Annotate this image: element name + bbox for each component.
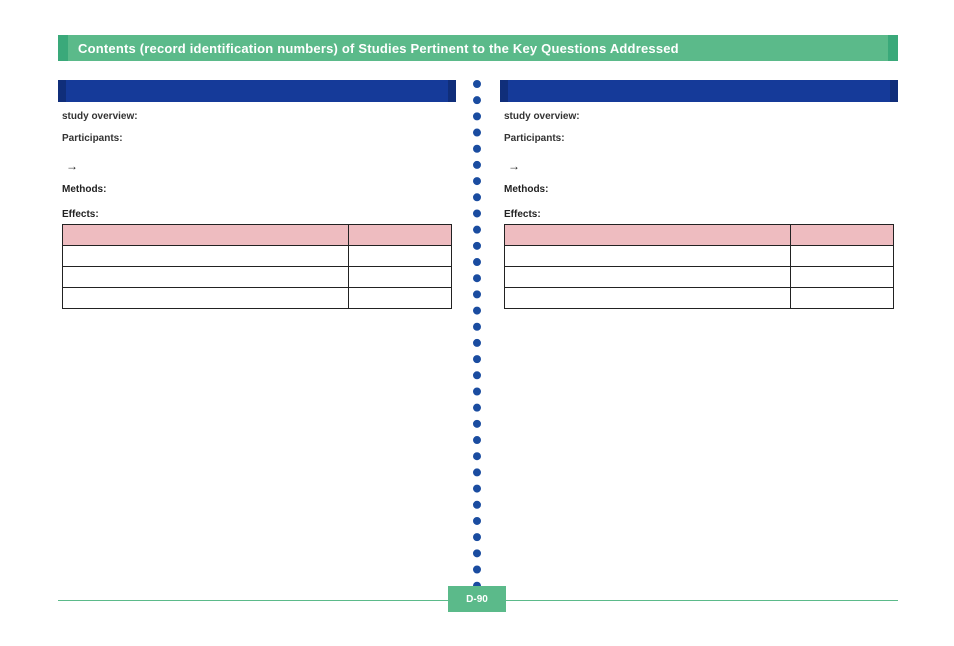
page: Contents (record identification numbers)… [0, 0, 954, 646]
page-title: Contents (record identification numbers)… [68, 35, 888, 61]
effects-table [504, 224, 894, 309]
column-header-text [66, 80, 448, 102]
column-header-stripe [448, 80, 456, 102]
table-header-cell [505, 224, 791, 245]
table-header-cell [63, 224, 349, 245]
table-header-row [505, 224, 894, 245]
effects-table [62, 224, 452, 309]
arrow-right-icon: → [504, 159, 524, 173]
column-right: study overview: Participants: → Methods:… [500, 80, 898, 585]
table-row [63, 266, 452, 287]
methods-label: Methods: [62, 184, 106, 195]
column-header-left [58, 80, 456, 102]
table-cell [63, 245, 349, 266]
overview-label: study overview: [62, 111, 138, 122]
table-header-cell [349, 224, 452, 245]
table-cell [791, 266, 894, 287]
column-header-stripe [500, 80, 508, 102]
title-stripe-right [888, 35, 898, 61]
effects-title: Effects: [504, 209, 894, 220]
table-header-cell [791, 224, 894, 245]
table-cell [349, 245, 452, 266]
column-divider [473, 80, 481, 590]
overview-block: study overview: Participants: [62, 110, 452, 145]
table-row [505, 245, 894, 266]
title-bar: Contents (record identification numbers)… [58, 35, 898, 61]
participants-label: Participants: [62, 133, 123, 144]
participants-label: Participants: [504, 133, 565, 144]
table-cell [349, 266, 452, 287]
title-stripe-left [58, 35, 68, 61]
table-cell [63, 287, 349, 308]
overview-label: study overview: [504, 111, 580, 122]
table-cell [349, 287, 452, 308]
column-header-stripe [890, 80, 898, 102]
table-cell [791, 287, 894, 308]
table-cell [505, 245, 791, 266]
problem-type-line: → [504, 159, 894, 173]
table-row [505, 287, 894, 308]
table-row [63, 287, 452, 308]
page-number-badge: D-90 [448, 586, 506, 612]
problem-type-line: → [62, 159, 452, 173]
arrow-right-icon: → [62, 159, 82, 173]
table-cell [791, 245, 894, 266]
column-header-right [500, 80, 898, 102]
column-header-text [508, 80, 890, 102]
table-cell [505, 266, 791, 287]
effects-title: Effects: [62, 209, 452, 220]
table-cell [63, 266, 349, 287]
table-header-row [63, 224, 452, 245]
methods-label: Methods: [504, 184, 548, 195]
table-row [505, 266, 894, 287]
column-header-stripe [58, 80, 66, 102]
overview-block: study overview: Participants: [504, 110, 894, 145]
methods-block: Methods: [504, 183, 894, 197]
table-cell [505, 287, 791, 308]
table-row [63, 245, 452, 266]
column-left: study overview: Participants: → Methods:… [58, 80, 456, 585]
methods-block: Methods: [62, 183, 452, 197]
